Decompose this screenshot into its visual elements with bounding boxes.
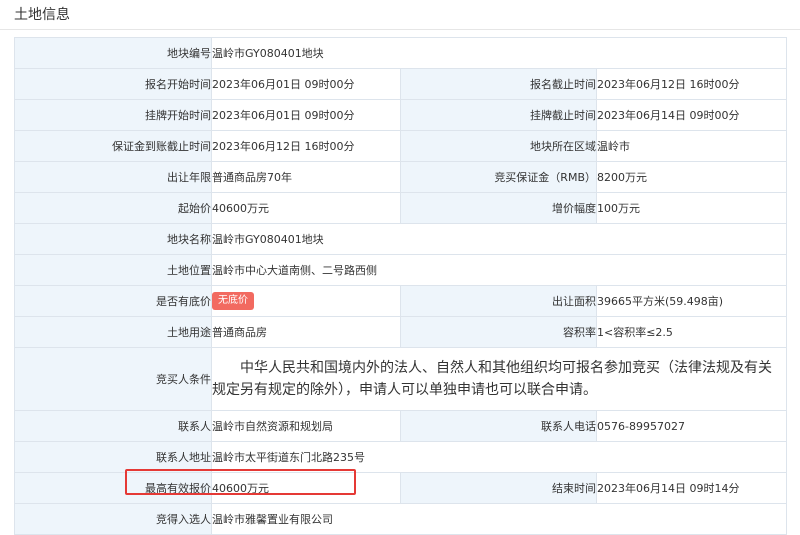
value-usage: 普通商品房 xyxy=(211,316,401,348)
label-reg-start: 报名开始时间 xyxy=(14,68,212,100)
row-listing: 挂牌开始时间 2023年06月01日 09时00分 挂牌截止时间 2023年06… xyxy=(14,99,787,131)
value-parcel-no: 温岭市GY080401地块 xyxy=(211,37,787,69)
row-registration: 报名开始时间 2023年06月01日 09时00分 报名截止时间 2023年06… xyxy=(14,68,787,100)
value-increment: 100万元 xyxy=(596,192,787,224)
value-location: 温岭市中心大道南侧、二号路西侧 xyxy=(211,254,787,286)
value-far: 1<容积率≤2.5 xyxy=(596,316,787,348)
row-deposit-deadline: 保证金到账截止时间 2023年06月12日 16时00分 地块所在区域 温岭市 xyxy=(14,130,787,162)
label-far: 容积率 xyxy=(400,316,597,348)
label-usage: 土地用途 xyxy=(14,316,212,348)
row-term: 出让年限 普通商品房70年 竞买保证金（RMB） 8200万元 xyxy=(14,161,787,193)
row-reserve: 是否有底价 无底价 出让面积 39665平方米(59.498亩) xyxy=(14,285,787,317)
land-info-table: 地块编号 温岭市GY080401地块 报名开始时间 2023年06月01日 09… xyxy=(14,37,787,535)
label-contact: 联系人 xyxy=(14,410,212,442)
value-reserve: 无底价 xyxy=(211,285,401,317)
value-phone: 0576-89957027 xyxy=(596,410,787,442)
value-reg-start: 2023年06月01日 09时00分 xyxy=(211,68,401,100)
row-bid-result: 最高有效报价 40600万元 结束时间 2023年06月14日 09时14分 xyxy=(14,472,787,504)
row-address: 联系人地址 温岭市太平街道东门北路235号 xyxy=(14,441,787,473)
label-increment: 增价幅度 xyxy=(400,192,597,224)
value-region: 温岭市 xyxy=(596,130,787,162)
value-list-end: 2023年06月14日 09时00分 xyxy=(596,99,787,131)
value-list-start: 2023年06月01日 09时00分 xyxy=(211,99,401,131)
value-deposit-deadline: 2023年06月12日 16时00分 xyxy=(211,130,401,162)
label-start-price: 起始价 xyxy=(14,192,212,224)
label-area: 出让面积 xyxy=(400,285,597,317)
row-conditions: 竞买人条件 中华人民共和国境内外的法人、自然人和其他组织均可报名参加竞买（法律法… xyxy=(14,347,787,411)
label-reg-end: 报名截止时间 xyxy=(400,68,597,100)
row-winner: 竞得入选人 温岭市雅馨置业有限公司 xyxy=(14,503,787,535)
conditions-text: 中华人民共和国境内外的法人、自然人和其他组织均可报名参加竞买（法律法规及有关规定… xyxy=(212,360,773,398)
label-winner: 竞得入选人 xyxy=(14,503,212,535)
label-location: 土地位置 xyxy=(14,254,212,286)
value-start-price: 40600万元 xyxy=(211,192,401,224)
section-title: 土地信息 xyxy=(14,7,70,23)
label-max-bid: 最高有效报价 xyxy=(14,472,212,504)
value-area: 39665平方米(59.498亩) xyxy=(596,285,787,317)
title-divider xyxy=(0,29,800,30)
label-end-time: 结束时间 xyxy=(400,472,597,504)
row-price: 起始价 40600万元 增价幅度 100万元 xyxy=(14,192,787,224)
label-parcel-no: 地块编号 xyxy=(14,37,212,69)
row-usage: 土地用途 普通商品房 容积率 1<容积率≤2.5 xyxy=(14,316,787,348)
value-conditions: 中华人民共和国境内外的法人、自然人和其他组织均可报名参加竞买（法律法规及有关规定… xyxy=(211,347,787,411)
label-reserve: 是否有底价 xyxy=(14,285,212,317)
value-max-bid: 40600万元 xyxy=(211,472,401,504)
label-address: 联系人地址 xyxy=(14,441,212,473)
label-parcel-name: 地块名称 xyxy=(14,223,212,255)
value-term: 普通商品房70年 xyxy=(211,161,401,193)
value-deposit: 8200万元 xyxy=(596,161,787,193)
label-phone: 联系人电话 xyxy=(400,410,597,442)
label-conditions: 竞买人条件 xyxy=(14,347,212,411)
label-deposit: 竞买保证金（RMB） xyxy=(400,161,597,193)
label-term: 出让年限 xyxy=(14,161,212,193)
value-address: 温岭市太平街道东门北路235号 xyxy=(211,441,787,473)
label-region: 地块所在区域 xyxy=(400,130,597,162)
label-list-end: 挂牌截止时间 xyxy=(400,99,597,131)
row-parcel-no: 地块编号 温岭市GY080401地块 xyxy=(14,37,787,69)
row-location: 土地位置 温岭市中心大道南侧、二号路西侧 xyxy=(14,254,787,286)
value-contact: 温岭市自然资源和规划局 xyxy=(211,410,401,442)
value-end-time: 2023年06月14日 09时14分 xyxy=(596,472,787,504)
no-reserve-badge: 无底价 xyxy=(212,292,254,310)
label-deposit-deadline: 保证金到账截止时间 xyxy=(14,130,212,162)
value-winner: 温岭市雅馨置业有限公司 xyxy=(211,503,787,535)
value-reg-end: 2023年06月12日 16时00分 xyxy=(596,68,787,100)
label-list-start: 挂牌开始时间 xyxy=(14,99,212,131)
row-contact: 联系人 温岭市自然资源和规划局 联系人电话 0576-89957027 xyxy=(14,410,787,442)
value-parcel-name: 温岭市GY080401地块 xyxy=(211,223,787,255)
row-parcel-name: 地块名称 温岭市GY080401地块 xyxy=(14,223,787,255)
